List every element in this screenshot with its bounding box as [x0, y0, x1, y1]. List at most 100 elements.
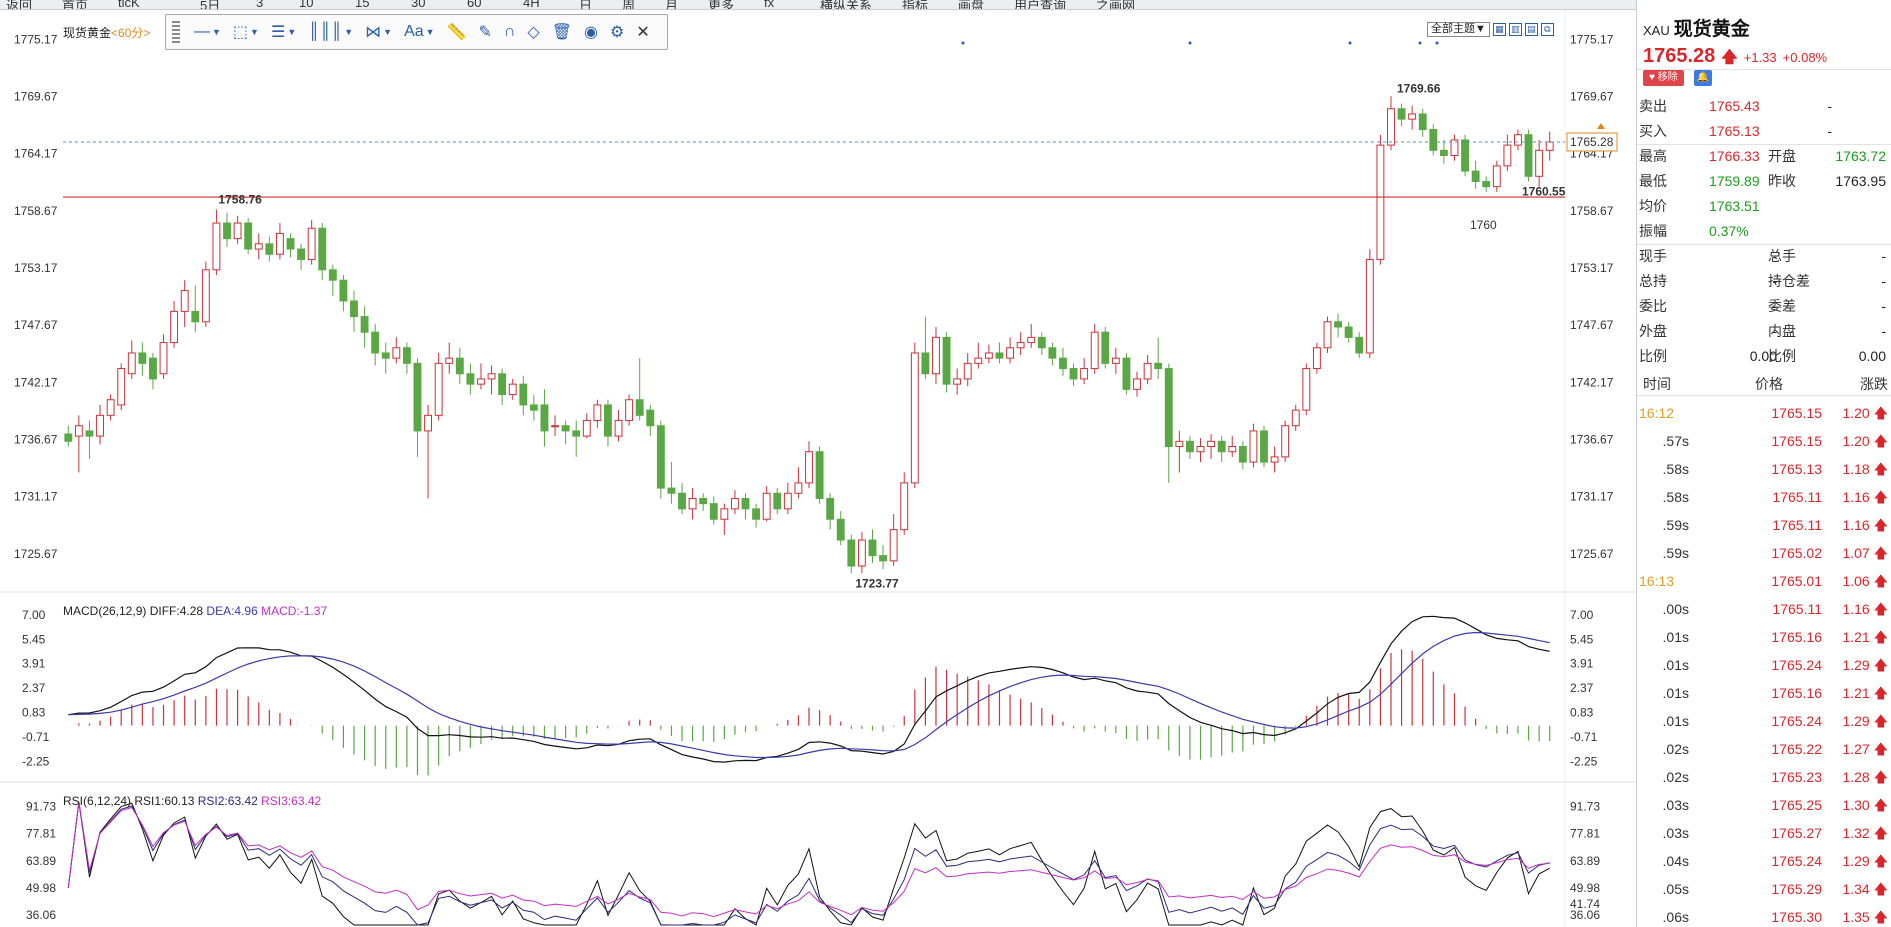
candle-body[interactable] — [1133, 378, 1141, 390]
candle-body[interactable] — [1143, 362, 1152, 380]
candle-body[interactable] — [265, 243, 274, 255]
top-menu-item[interactable]: 之画网 — [1096, 0, 1135, 9]
candle-body[interactable] — [1365, 258, 1374, 354]
top-menu-item[interactable]: 60 — [467, 0, 481, 9]
candle-body[interactable] — [127, 352, 136, 375]
candle-body[interactable] — [678, 492, 686, 510]
candle-body[interactable] — [1207, 440, 1216, 447]
candle-body[interactable] — [1418, 113, 1427, 131]
candle-body[interactable] — [1429, 129, 1438, 151]
candle-body[interactable] — [106, 399, 115, 416]
candle-body[interactable] — [625, 399, 634, 422]
candle-body[interactable] — [1154, 362, 1163, 370]
top-menu-item[interactable]: 30 — [411, 0, 425, 9]
top-menu-item[interactable]: 日 — [579, 0, 592, 9]
candle-body[interactable] — [741, 497, 750, 510]
candle-body[interactable] — [1016, 342, 1025, 349]
candle-body[interactable] — [1175, 440, 1184, 447]
candle-body[interactable] — [551, 425, 559, 428]
candle-body[interactable] — [233, 222, 242, 240]
candle-body[interactable] — [593, 404, 602, 422]
candle-body[interactable] — [1461, 139, 1469, 172]
candle-body[interactable] — [1503, 144, 1512, 167]
top-menu-item[interactable]: 画盘 — [958, 0, 984, 9]
fibonacci-icon[interactable]: ║║║ ▼ — [304, 19, 357, 45]
candle-body[interactable] — [656, 425, 665, 489]
alert-bell-icon[interactable]: 🔔 — [1693, 70, 1712, 86]
candle-body[interactable] — [953, 378, 962, 385]
top-menu-item[interactable]: fx — [764, 0, 774, 9]
line-icon[interactable]: — ▼ — [190, 19, 225, 45]
candle-body[interactable] — [159, 342, 168, 375]
candle-body[interactable] — [1334, 321, 1343, 328]
candle-body[interactable] — [1397, 108, 1406, 120]
layout-grid-icon[interactable]: ▦ — [1492, 23, 1506, 36]
tick-row[interactable]: .58s 1765.13 1.18 🡅 — [1637, 455, 1891, 483]
candle-body[interactable] — [1027, 336, 1036, 344]
candle-body[interactable] — [498, 373, 507, 396]
candle-body[interactable] — [1249, 430, 1258, 463]
candle-body[interactable] — [879, 555, 888, 562]
candle-body[interactable] — [582, 420, 591, 437]
eraser-icon[interactable]: ◇ — [523, 19, 543, 45]
text-icon[interactable]: Aa ▼ — [400, 19, 439, 45]
candle-body[interactable] — [1312, 347, 1321, 370]
candle-body[interactable] — [752, 508, 761, 520]
candle-body[interactable] — [1514, 134, 1522, 146]
candle-body[interactable] — [254, 243, 263, 250]
top-menu-item[interactable]: 月 — [665, 0, 678, 9]
candle-body[interactable] — [1376, 144, 1385, 260]
candle-body[interactable] — [826, 497, 835, 520]
candle-body[interactable] — [487, 373, 496, 380]
tick-row[interactable]: .57s 1765.15 1.20 🡅 — [1637, 427, 1891, 455]
tick-row[interactable]: .01s 1765.24 1.29 🡅 — [1637, 651, 1891, 679]
candle-body[interactable] — [984, 352, 993, 359]
candle-body[interactable] — [614, 420, 623, 437]
candle-body[interactable] — [455, 357, 464, 375]
candle-body[interactable] — [942, 336, 951, 385]
tick-row[interactable]: .00s 1765.11 1.16 🡅 — [1637, 595, 1891, 623]
candle-body[interactable] — [201, 269, 210, 323]
candle-body[interactable] — [392, 347, 401, 359]
candle-body[interactable] — [1260, 430, 1268, 463]
candle-body[interactable] — [1408, 113, 1417, 120]
candle-body[interactable] — [466, 373, 475, 385]
tick-row[interactable]: .02s 1765.22 1.27 🡅 — [1637, 735, 1891, 763]
tick-row[interactable]: .03s 1765.25 1.30 🡅 — [1637, 791, 1891, 819]
candle-body[interactable] — [434, 362, 443, 416]
candle-body[interactable] — [667, 487, 676, 494]
ruler-icon[interactable]: 📏 — [443, 19, 471, 45]
candle-body[interactable] — [762, 492, 771, 520]
candle-body[interactable] — [212, 222, 221, 271]
candle-body[interactable] — [307, 227, 316, 260]
candle-body[interactable] — [244, 222, 253, 250]
pattern-icon[interactable]: ⋈ ▼ — [361, 19, 396, 45]
candle-body[interactable] — [730, 497, 739, 510]
candle-body[interactable] — [1059, 357, 1067, 370]
candle-body[interactable] — [635, 399, 644, 416]
magnet-icon[interactable]: ∩ — [500, 19, 520, 45]
candle-body[interactable] — [900, 482, 909, 531]
tick-row[interactable]: .04s 1765.24 1.29 🡅 — [1637, 847, 1891, 875]
candle-body[interactable] — [910, 352, 919, 484]
candlestick-chart[interactable]: 1775.17 1775.171769.67 1769.671764.17 1764.… — [0, 10, 1636, 927]
candle-body[interactable] — [297, 248, 306, 260]
top-menu-item[interactable]: 用户查询 — [1014, 0, 1066, 9]
candle-body[interactable] — [572, 430, 581, 437]
top-menu-item[interactable]: 更多 — [708, 0, 734, 9]
candle-body[interactable] — [318, 227, 327, 271]
candle-body[interactable] — [1228, 446, 1237, 453]
tick-row[interactable]: .06s 1765.30 1.35 🡅 — [1637, 903, 1891, 927]
remove-watchlist-button[interactable]: ♥ 移除 — [1643, 70, 1684, 86]
candle-body[interactable] — [1111, 357, 1120, 364]
candle-body[interactable] — [995, 352, 1004, 359]
candle-body[interactable] — [180, 290, 189, 312]
top-menu-item[interactable]: 15 — [355, 0, 369, 9]
candle-body[interactable] — [709, 503, 718, 520]
candle-body[interactable] — [445, 357, 454, 364]
candle-body[interactable] — [857, 539, 866, 567]
top-menu-item[interactable]: 3 — [256, 0, 263, 9]
candle-body[interactable] — [1535, 149, 1544, 177]
candle-body[interactable] — [64, 433, 73, 442]
candle-body[interactable] — [381, 352, 390, 359]
